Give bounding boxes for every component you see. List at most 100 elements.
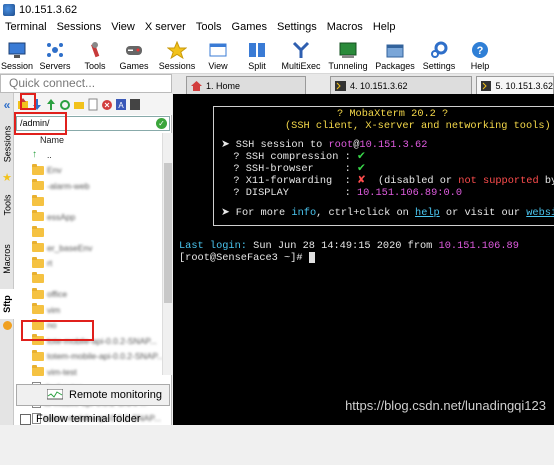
file-list-item[interactable] [14, 194, 162, 210]
help-button[interactable]: ? Help [460, 36, 500, 73]
packages-icon [386, 44, 404, 58]
split-label: Split [248, 61, 266, 71]
remote-monitoring-button[interactable]: Remote monitoring [16, 384, 170, 406]
file-list-item[interactable] [14, 225, 162, 241]
side-tab-macros[interactable]: Macros [0, 237, 14, 281]
side-tab-sftp[interactable]: Sftp [0, 289, 14, 319]
window-title: 10.151.3.62 [19, 3, 78, 16]
menu-help[interactable]: Help [368, 19, 401, 35]
file-name: office [47, 289, 68, 300]
ssh-browser-line: ? SSH-browser : ✔ [221, 163, 366, 175]
file-list-item[interactable]: totem-mobile-api-0.0.2-SNAP... [14, 349, 162, 365]
scrollbar-thumb[interactable] [164, 163, 172, 303]
file-list-item[interactable]: -alarm-web [14, 178, 162, 194]
folder-icon [32, 241, 44, 253]
upload-icon[interactable] [45, 98, 57, 111]
servers-button[interactable]: Servers [34, 36, 76, 73]
refresh-icon[interactable] [59, 98, 71, 111]
tunneling-button[interactable]: Tunneling [324, 36, 372, 73]
file-name: -alarm-web [47, 180, 90, 191]
website-link[interactable]: website [526, 207, 554, 219]
file-list-item[interactable]: er_baseEnv [14, 240, 162, 256]
session-label: Session [0, 61, 34, 71]
tab-home[interactable]: 1. Home [186, 76, 306, 94]
file-list-item[interactable]: vim [14, 302, 162, 318]
terminal-view[interactable]: ? MobaXterm 20.2 ? (SSH client, X-server… [173, 94, 554, 425]
new-folder-icon[interactable] [73, 98, 85, 111]
menu-view[interactable]: View [106, 19, 140, 35]
help-icon: ? [472, 42, 488, 58]
menu-macros[interactable]: Macros [322, 19, 368, 35]
side-tab-strip: « Sessions ★ Tools Macros Sftp [0, 93, 14, 425]
quick-connect-input[interactable]: Quick connect... [0, 74, 172, 93]
tab-session-5-label: 5. 10.151.3.62 [495, 80, 553, 91]
folder-icon [32, 210, 44, 222]
file-list-item[interactable]: essApp [14, 209, 162, 225]
menu-terminal[interactable]: Terminal [0, 19, 52, 35]
menu-settings[interactable]: Settings [272, 19, 322, 35]
title-bar: 10.151.3.62 [0, 0, 554, 19]
help-label: Help [470, 61, 490, 71]
tab-session-4-label: 4. 10.151.3.62 [350, 80, 408, 91]
menu-games[interactable]: Games [227, 19, 272, 35]
x11-forwarding-line: ? X11-forwarding : ✘ (disabled or not su… [221, 175, 554, 187]
file-list-item[interactable]: Env [14, 163, 162, 179]
banner-title: ? MobaXterm 20.2 ? [337, 108, 449, 120]
info-link[interactable]: info [291, 207, 316, 219]
folder-icon [32, 303, 44, 315]
folder-icon [32, 256, 44, 268]
tools-icon [91, 42, 100, 58]
tunneling-label: Tunneling [328, 61, 368, 71]
mobaxterm-logo-icon [3, 3, 15, 16]
tab-session-5[interactable]: 5. 10.151.3.62 [476, 76, 554, 94]
settings-button[interactable]: Settings [418, 36, 460, 73]
folder-icon [32, 225, 44, 237]
packages-button[interactable]: Packages [372, 36, 418, 73]
view-label: View [208, 61, 228, 71]
file-list-item[interactable]: vim-test [14, 364, 162, 380]
star-icon: ★ [2, 171, 12, 184]
parent-folder-icon: ↑ [32, 149, 37, 161]
svg-text:A: A [118, 101, 124, 110]
file-column-header[interactable]: Name [14, 133, 172, 147]
help-link[interactable]: help [415, 207, 440, 219]
file-name: essApp [47, 211, 76, 222]
view-icon [209, 43, 227, 57]
path-ok-icon[interactable]: ✓ [156, 118, 167, 129]
terminal-small-icon[interactable] [129, 98, 141, 111]
file-list-item[interactable]: office [14, 287, 162, 303]
session-button[interactable]: Session [0, 36, 34, 73]
file-list-item[interactable] [14, 271, 162, 287]
file-list-item[interactable]: rt [14, 256, 162, 272]
text-edit-icon[interactable]: A [115, 98, 127, 111]
file-name: .. [47, 149, 52, 160]
follow-folder-label: Follow terminal folder [36, 413, 141, 425]
sessions-button[interactable]: Sessions [154, 36, 200, 73]
new-file-icon[interactable] [87, 98, 99, 111]
delete-icon[interactable] [101, 98, 113, 111]
servers-icon [47, 43, 63, 57]
folder-icon [32, 349, 44, 361]
collapse-panel-icon[interactable]: « [0, 95, 14, 115]
file-name: er_baseEnv [47, 242, 93, 253]
games-button[interactable]: Games [114, 36, 154, 73]
packages-label: Packages [375, 61, 415, 71]
file-list-item[interactable]: ↑.. [14, 147, 162, 163]
menu-sessions[interactable]: Sessions [52, 19, 107, 35]
main-toolbar: Session Servers Tools Games Sessions Vie… [0, 35, 554, 74]
menu-x-server[interactable]: X server [140, 19, 191, 35]
sessions-label: Sessions [158, 61, 196, 71]
follow-folder-checkbox[interactable] [20, 413, 31, 425]
view-button[interactable]: View [200, 36, 236, 73]
tab-session-4[interactable]: 4. 10.151.3.62 [330, 76, 472, 94]
multiexec-button[interactable]: MultiExec [278, 36, 324, 73]
tools-button[interactable]: Tools [76, 36, 114, 73]
more-info-line: ➤ For more info, ctrl+click on help or v… [221, 207, 554, 219]
file-list-scrollbar[interactable] [162, 133, 172, 375]
tools-label: Tools [84, 61, 106, 71]
menu-tools[interactable]: Tools [191, 19, 227, 35]
side-tab-sessions[interactable]: Sessions [0, 119, 14, 169]
star-icon [167, 41, 187, 59]
side-tab-tools[interactable]: Tools [0, 187, 14, 223]
split-button[interactable]: Split [236, 36, 278, 73]
